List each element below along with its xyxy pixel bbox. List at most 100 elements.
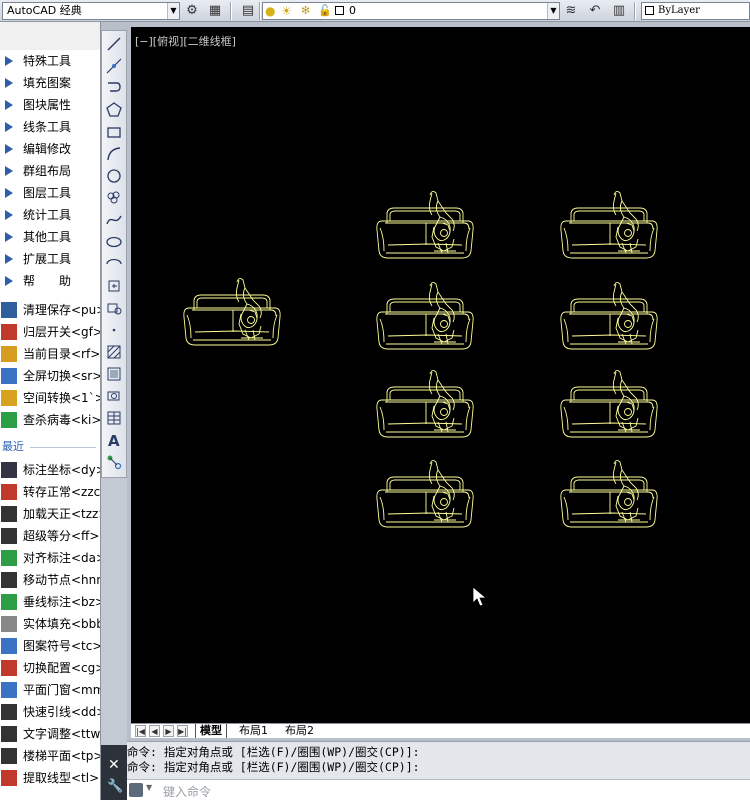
chevron-down-icon[interactable]: ▼ — [146, 783, 152, 792]
palette-command[interactable]: 全屏切换<sr> — [0, 365, 100, 387]
line-tool-icon[interactable] — [105, 35, 123, 53]
prev-tab-icon[interactable]: ◀ — [149, 725, 160, 737]
palette-command[interactable]: 标注坐标<dy> — [0, 459, 100, 481]
palette-command-label: 超级等分<ff> — [23, 529, 100, 543]
construction-line-icon[interactable] — [105, 57, 123, 75]
wrench-icon[interactable]: 🔧 — [107, 779, 123, 794]
workspace-settings-icon[interactable]: ▦ — [207, 3, 223, 19]
palette-command[interactable]: 切换配置<cg> — [0, 657, 100, 679]
hatch-icon[interactable] — [105, 343, 123, 361]
first-tab-icon[interactable]: |◀ — [135, 725, 146, 737]
palette-category[interactable]: 图块属性 — [0, 94, 100, 116]
palette-category[interactable]: 群组布局 — [0, 160, 100, 182]
sofa-block[interactable] — [376, 190, 474, 259]
table-icon[interactable] — [105, 409, 123, 427]
layer-select[interactable]: ● ☀ ✻ 🔓 0 ▼ — [262, 2, 560, 20]
palette-command[interactable]: 当前目录<rf> — [0, 343, 100, 365]
toolbar-divider — [634, 2, 636, 20]
palette-command[interactable]: 超级等分<ff> — [0, 525, 100, 547]
command-placeholder[interactable]: 键入命令 — [163, 783, 211, 800]
palette-category[interactable]: 线条工具 — [0, 116, 100, 138]
layer-properties-icon[interactable]: ▤ — [240, 3, 256, 19]
palette-command[interactable]: 实体填充<bbb> — [0, 613, 100, 635]
palette-command[interactable]: 对齐标注<da> — [0, 547, 100, 569]
palette-command[interactable]: 文字调整<ttw> — [0, 723, 100, 745]
polygon-icon[interactable] — [105, 101, 123, 119]
palette-command[interactable]: 提取线型<tl> — [0, 767, 100, 789]
circle-icon[interactable] — [105, 167, 123, 185]
palette-command[interactable]: 归层开关<gf> — [0, 321, 100, 343]
tab-layout1[interactable]: 布局1 — [235, 724, 272, 738]
chevron-down-icon[interactable]: ▼ — [167, 3, 179, 19]
palette-command[interactable]: 空间转换<1`> — [0, 387, 100, 409]
palette-command[interactable]: 楼梯平面<tp> — [0, 745, 100, 767]
palette-category[interactable]: 填充图案 — [0, 72, 100, 94]
add-selected-icon[interactable] — [105, 453, 123, 471]
palette-command-label: 楼梯平面<tp> — [23, 749, 100, 763]
multiline-text-icon[interactable]: A — [105, 431, 123, 450]
shield-icon — [1, 412, 17, 428]
palette-category[interactable]: 扩展工具 — [0, 248, 100, 270]
model-viewport[interactable]: [−][俯视][二维线框] — [131, 27, 750, 723]
ellipse-icon[interactable] — [105, 233, 123, 251]
expand-arrow-icon — [5, 166, 13, 176]
tab-model[interactable]: 模型 — [195, 724, 227, 738]
palette-command[interactable]: 图案符号<tc> — [0, 635, 100, 657]
palette-command[interactable]: 快速引线<dd> — [0, 701, 100, 723]
linetype-select[interactable]: ByLayer — [641, 2, 750, 20]
palette-command[interactable]: 查杀病毒<ki> — [0, 409, 100, 431]
next-tab-icon[interactable]: ▶ — [163, 725, 174, 737]
layer-state-icon[interactable]: ▥ — [611, 3, 627, 19]
point-icon[interactable] — [105, 321, 123, 339]
palette-category[interactable]: 其他工具 — [0, 226, 100, 248]
palette-command-label: 清理保存<pu> — [23, 303, 100, 317]
palette-command-label: 当前目录<rf> — [23, 347, 100, 361]
align-dim-icon — [1, 550, 17, 566]
last-tab-icon[interactable]: ▶| — [177, 725, 188, 737]
autocad-window: AutoCAD 经典 ▼ ⚙ ▦ ▤ ● ☀ ✻ 🔓 0 ▼ ≋ ↶ ▥ ByL… — [0, 0, 750, 800]
region-icon[interactable] — [105, 387, 123, 405]
revcloud-icon[interactable] — [105, 189, 123, 207]
palette-category[interactable]: 编辑修改 — [0, 138, 100, 160]
palette-category[interactable]: 图层工具 — [0, 182, 100, 204]
spline-icon[interactable] — [105, 211, 123, 229]
arc-icon[interactable] — [105, 145, 123, 163]
palette-category[interactable]: 统计工具 — [0, 204, 100, 226]
insert-block-icon[interactable] — [105, 277, 123, 295]
palette-command-label: 文字调整<ttw> — [23, 727, 100, 741]
palette-category-label: 统计工具 — [23, 208, 72, 222]
sofa-block[interactable] — [560, 190, 658, 259]
rectangle-icon[interactable] — [105, 123, 123, 141]
sofa-block[interactable] — [376, 369, 474, 438]
close-icon[interactable]: ✕ — [108, 757, 120, 773]
gradient-icon[interactable] — [105, 365, 123, 383]
linetype-value: ByLayer — [658, 5, 700, 16]
palette-command[interactable]: 清理保存<pu> — [0, 299, 100, 321]
sofa-block[interactable] — [560, 281, 658, 350]
sofa-block[interactable] — [560, 459, 658, 528]
palette-command[interactable]: 垂线标注<bz> — [0, 591, 100, 613]
command-input[interactable]: ▼ 键入命令 — [127, 779, 750, 800]
palette-command[interactable]: 转存正常<zzc> — [0, 481, 100, 503]
layer-previous-icon[interactable]: ↶ — [587, 3, 603, 19]
palette-category[interactable]: 帮 助 — [0, 270, 100, 292]
ellipse-arc-icon[interactable] — [105, 255, 123, 273]
chevron-down-icon[interactable]: ▼ — [547, 3, 559, 19]
palette-command[interactable]: 移动节点<hnn> — [0, 569, 100, 591]
palette-category-label: 图块属性 — [23, 98, 72, 112]
make-current-layer-icon[interactable]: ≋ — [563, 3, 579, 19]
palette-category[interactable]: 特殊工具 — [0, 50, 100, 72]
workspace-select[interactable]: AutoCAD 经典 ▼ — [2, 2, 180, 20]
make-block-icon[interactable] — [105, 299, 123, 317]
palette-command[interactable]: 平面门窗<mm> — [0, 679, 100, 701]
sofa-block[interactable] — [376, 459, 474, 528]
command-prompt-icon[interactable] — [129, 783, 143, 797]
palette-command[interactable]: 加载天正<tzz> — [0, 503, 100, 525]
sofa-block[interactable] — [560, 369, 658, 438]
polyline-icon[interactable] — [105, 79, 123, 97]
drawing-canvas[interactable] — [131, 27, 750, 723]
sofa-block[interactable] — [376, 281, 474, 350]
tab-layout2[interactable]: 布局2 — [281, 724, 318, 738]
gear-icon[interactable]: ⚙ — [184, 3, 200, 19]
sofa-block[interactable] — [183, 277, 281, 346]
